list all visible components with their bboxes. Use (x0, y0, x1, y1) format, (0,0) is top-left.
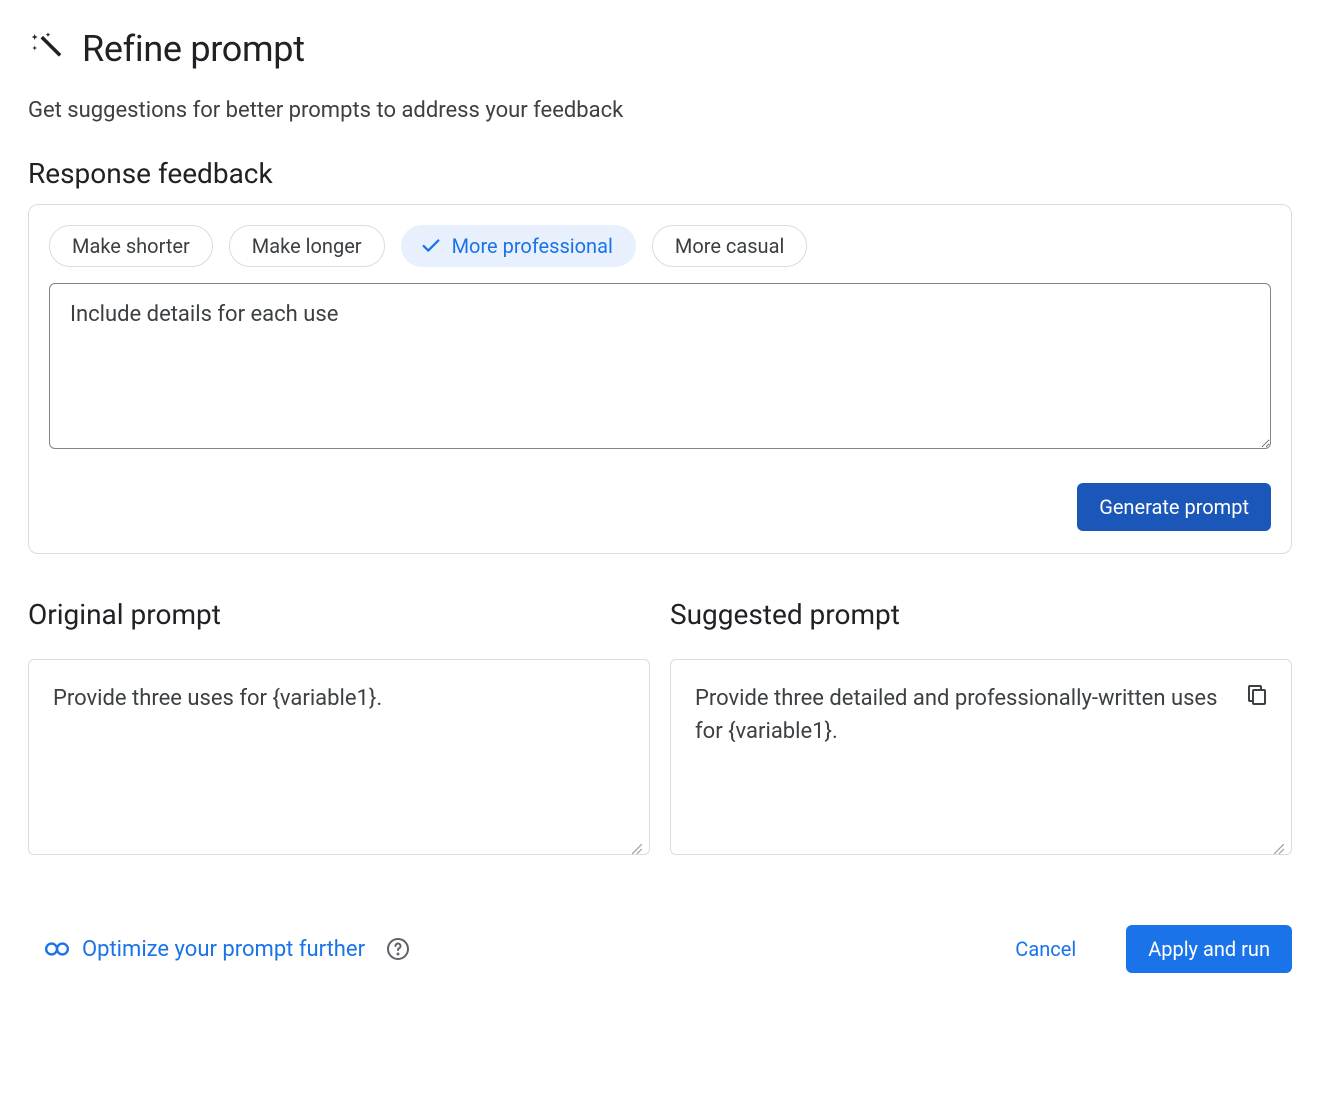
original-prompt-column: Original prompt Provide three uses for {… (28, 598, 650, 855)
chip-make-shorter[interactable]: Make shorter (49, 225, 213, 267)
footer-actions: Cancel Apply and run (993, 925, 1292, 973)
chip-make-longer[interactable]: Make longer (229, 225, 385, 267)
help-icon[interactable] (385, 936, 411, 962)
chip-more-casual[interactable]: More casual (652, 225, 807, 267)
prompt-columns: Original prompt Provide three uses for {… (28, 598, 1292, 855)
original-prompt-heading: Original prompt (28, 598, 650, 631)
page-title: Refine prompt (82, 28, 305, 70)
dialog-header: Refine prompt (28, 28, 1292, 70)
feedback-heading: Response feedback (28, 157, 1292, 190)
resize-handle-icon[interactable] (1273, 836, 1287, 850)
cancel-button[interactable]: Cancel (993, 925, 1098, 973)
dialog-footer: Optimize your prompt further Cancel Appl… (28, 925, 1292, 973)
resize-handle-icon[interactable] (631, 836, 645, 850)
suggested-prompt-heading: Suggested prompt (670, 598, 1292, 631)
chip-label: More casual (675, 234, 784, 258)
generate-row: Generate prompt (49, 483, 1271, 531)
chip-row: Make shorter Make longer More profession… (49, 225, 1271, 267)
optimize-link[interactable]: Optimize your prompt further (44, 936, 411, 962)
suggested-prompt-column: Suggested prompt Provide three detailed … (670, 598, 1292, 855)
link-icon (44, 936, 70, 962)
check-icon (420, 235, 442, 257)
original-prompt-text: Provide three uses for {variable1}. (53, 682, 625, 715)
magic-wand-icon (28, 29, 68, 69)
chip-more-professional[interactable]: More professional (401, 225, 636, 267)
chip-label: More professional (452, 234, 613, 258)
feedback-panel: Make shorter Make longer More profession… (28, 204, 1292, 554)
optimize-link-label: Optimize your prompt further (82, 937, 365, 962)
apply-and-run-button[interactable]: Apply and run (1126, 925, 1292, 973)
original-prompt-box[interactable]: Provide three uses for {variable1}. (28, 659, 650, 855)
generate-prompt-button[interactable]: Generate prompt (1077, 483, 1271, 531)
page-subtitle: Get suggestions for better prompts to ad… (28, 98, 1292, 123)
chip-label: Make shorter (72, 234, 190, 258)
suggested-prompt-box[interactable]: Provide three detailed and professionall… (670, 659, 1292, 855)
copy-icon[interactable] (1245, 682, 1271, 708)
chip-label: Make longer (252, 234, 362, 258)
feedback-textarea[interactable] (49, 283, 1271, 449)
suggested-prompt-text: Provide three detailed and professionall… (695, 682, 1267, 748)
